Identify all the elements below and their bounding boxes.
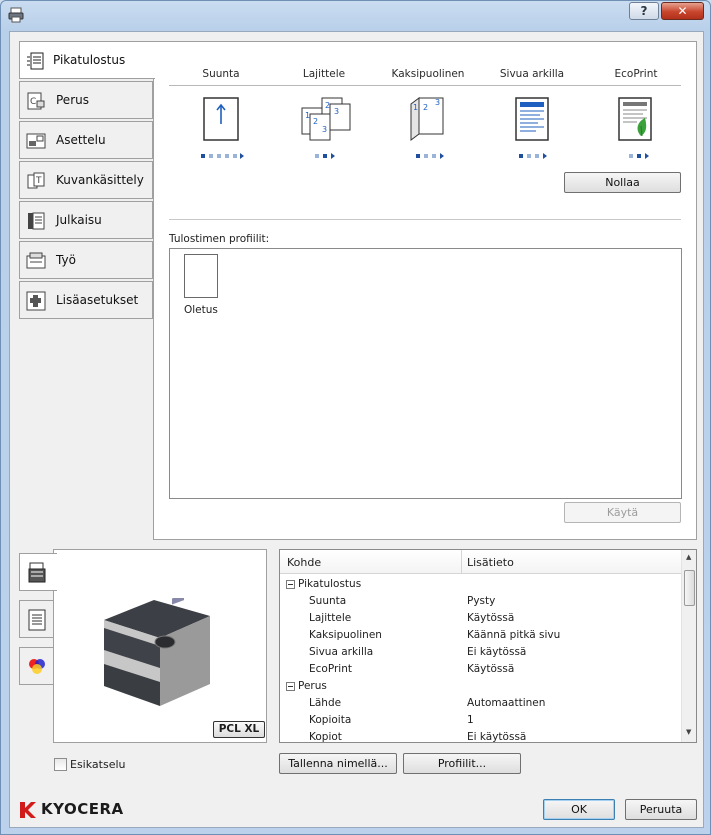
- summary-row[interactable]: Lajittele Käytössä: [280, 610, 681, 627]
- scroll-up-icon[interactable]: ▲: [686, 553, 691, 561]
- page-preview-icon: [28, 609, 46, 631]
- svg-text:T: T: [35, 176, 42, 186]
- printer-preview-icon: [28, 562, 46, 583]
- svg-text:3: 3: [435, 98, 440, 107]
- printer-preferences-window: ? ✕ Pikatulostus C Perus Asettelu T Kuva…: [0, 0, 711, 835]
- svg-text:3: 3: [322, 125, 327, 134]
- help-button[interactable]: ?: [629, 2, 659, 20]
- profiles-button[interactable]: Profiilit...: [403, 753, 521, 774]
- scroll-down-icon[interactable]: ▼: [686, 728, 691, 736]
- quick-print-panel: Suunta Lajittele Kaksipuolinen Sivua ark…: [153, 41, 697, 540]
- cancel-button[interactable]: Peruuta: [625, 799, 697, 820]
- svg-text:2: 2: [423, 103, 428, 112]
- column-header-item[interactable]: Kohde: [287, 556, 321, 569]
- printer-preview-box: PCL XL: [53, 549, 267, 743]
- printer-profiles-list[interactable]: Oletus: [169, 248, 682, 499]
- duplex-icon[interactable]: 1 2 3: [409, 96, 445, 142]
- svg-text:3: 3: [334, 107, 339, 116]
- ecoprint-icon[interactable]: [617, 96, 653, 142]
- tab-label: Perus: [56, 93, 89, 107]
- collapse-icon[interactable]: [286, 580, 295, 589]
- orientation-selector[interactable]: [201, 152, 245, 160]
- tab-basic[interactable]: C Perus: [19, 81, 153, 119]
- layout-icon: [26, 133, 46, 149]
- summary-row[interactable]: Kopiot Ei käytössä: [280, 729, 681, 742]
- kyocera-logo-icon: [20, 802, 36, 818]
- collate-icon[interactable]: 1 2 2 3 3: [300, 96, 352, 142]
- summary-group-row[interactable]: Perus: [280, 678, 681, 695]
- tab-label: Kuvankäsittely: [56, 173, 144, 187]
- tab-page-preview[interactable]: [19, 600, 54, 638]
- summary-header: Kohde Lisätieto: [280, 550, 681, 574]
- header-divider: [169, 85, 681, 86]
- summary-row[interactable]: Kaksipuolinen Käännä pitkä sivu: [280, 627, 681, 644]
- collapse-icon[interactable]: [286, 682, 295, 691]
- imaging-icon: T: [27, 172, 45, 189]
- tab-printer-preview[interactable]: [19, 553, 57, 591]
- summary-group-row[interactable]: Pikatulostus: [280, 576, 681, 593]
- column-header-ecoprint: EcoPrint: [614, 68, 658, 80]
- tab-layout[interactable]: Asettelu: [19, 121, 153, 159]
- column-header-duplex: Kaksipuolinen: [391, 68, 465, 80]
- job-icon: [26, 252, 46, 269]
- tab-advanced[interactable]: Lisäasetukset: [19, 281, 153, 319]
- ecoprint-selector[interactable]: [629, 152, 651, 160]
- settings-summary-list[interactable]: Kohde Lisätieto Pikatulostus Suunta Pyst…: [279, 549, 697, 743]
- column-header-orientation: Suunta: [202, 68, 240, 80]
- window-title: [31, 7, 131, 21]
- reset-button[interactable]: Nollaa: [564, 172, 681, 193]
- summary-scrollbar[interactable]: ▲ ▼: [681, 550, 696, 742]
- pcl-xl-badge: PCL XL: [213, 721, 265, 738]
- ok-button[interactable]: OK: [543, 799, 615, 820]
- summary-row[interactable]: Sivua arkilla Ei käytössä: [280, 644, 681, 661]
- basic-icon: C: [27, 92, 45, 110]
- pages-per-sheet-icon[interactable]: [514, 96, 550, 142]
- tab-color-preview[interactable]: [19, 647, 54, 685]
- summary-row[interactable]: Kopioita 1: [280, 712, 681, 729]
- summary-row[interactable]: EcoPrint Käytössä: [280, 661, 681, 678]
- printer-image: [104, 598, 210, 706]
- tab-label: Työ: [56, 253, 76, 267]
- column-header-details[interactable]: Lisätieto: [467, 556, 514, 569]
- printer-app-icon: [8, 7, 24, 23]
- close-button[interactable]: ✕: [661, 2, 704, 20]
- tab-quick-print[interactable]: Pikatulostus: [19, 41, 155, 79]
- tab-imaging[interactable]: T Kuvankäsittely: [19, 161, 153, 199]
- tab-label: Lisäasetukset: [56, 293, 139, 307]
- svg-text:1: 1: [413, 103, 418, 112]
- apply-button[interactable]: Käytä: [564, 502, 681, 523]
- svg-text:2: 2: [325, 101, 330, 110]
- column-header-collate: Lajittele: [302, 68, 346, 80]
- section-divider: [169, 219, 681, 220]
- tab-label: Pikatulostus: [53, 53, 126, 67]
- quick-print-icon: [27, 52, 44, 70]
- svg-text:1: 1: [305, 111, 310, 120]
- pages-per-sheet-selector[interactable]: [519, 152, 547, 160]
- preview-checkbox[interactable]: [54, 758, 67, 771]
- tab-job[interactable]: Työ: [19, 241, 153, 279]
- profile-default-icon[interactable]: [184, 254, 218, 298]
- advanced-icon: [26, 291, 46, 311]
- tab-label: Julkaisu: [56, 213, 102, 227]
- summary-row[interactable]: Suunta Pysty: [280, 593, 681, 610]
- tab-publishing[interactable]: Julkaisu: [19, 201, 153, 239]
- profile-default-name[interactable]: Oletus: [184, 304, 218, 316]
- svg-text:C: C: [30, 97, 36, 107]
- svg-text:2: 2: [313, 117, 318, 126]
- brand-name: KYOCERA: [41, 800, 124, 818]
- orientation-icon[interactable]: [202, 96, 240, 142]
- publishing-icon: [28, 212, 45, 230]
- collate-selector[interactable]: [315, 152, 343, 160]
- summary-row[interactable]: Lähde Automaattinen: [280, 695, 681, 712]
- color-preview-icon: [29, 659, 45, 674]
- tab-label: Asettelu: [56, 133, 106, 147]
- title-bar[interactable]: ? ✕: [1, 1, 710, 29]
- dialog-client-area: Pikatulostus C Perus Asettelu T Kuvankäs…: [9, 31, 704, 828]
- printer-profiles-label: Tulostimen profiilit:: [169, 233, 270, 245]
- save-as-button[interactable]: Tallenna nimellä...: [279, 753, 397, 774]
- column-header-pages-per-sheet: Sivua arkilla: [499, 68, 565, 80]
- preview-checkbox-label[interactable]: Esikatselu: [70, 758, 126, 771]
- duplex-selector[interactable]: [416, 152, 444, 160]
- scroll-thumb[interactable]: [684, 570, 695, 606]
